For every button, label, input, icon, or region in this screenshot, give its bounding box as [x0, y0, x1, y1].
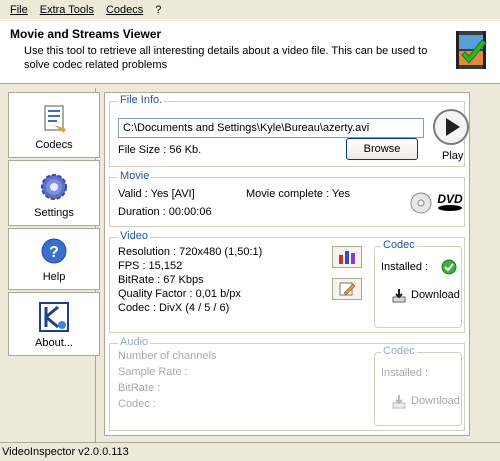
play-label: Play [442, 150, 464, 162]
version-text: VideoInspector v2.0.0.113 [2, 446, 129, 458]
audio-codec-box-title: Codec [381, 345, 417, 357]
bar-chart-button[interactable] [332, 246, 362, 268]
edit-button[interactable] [332, 278, 362, 300]
audio-group: Audio Number of channels Sample Rate : B… [109, 336, 465, 431]
sidebar-item-about[interactable]: About... [8, 292, 100, 356]
sidebar-item-about-label: About... [35, 337, 73, 349]
page-description: Use this tool to retrieve all interestin… [24, 45, 428, 71]
menu-codecs[interactable]: Codecs [100, 4, 149, 16]
bar-chart-icon [339, 251, 355, 264]
sidebar-item-codecs-label: Codecs [35, 139, 73, 151]
sidebar-item-settings-label: Settings [34, 207, 74, 219]
menu-file-label: File [10, 3, 28, 16]
menu-extra-tools[interactable]: Extra Tools [34, 4, 100, 16]
sidebar-item-codecs[interactable]: Codecs [8, 92, 100, 158]
kyle-logo-icon [39, 302, 69, 332]
movie-complete-text: Movie complete : Yes [246, 188, 350, 200]
movie-group: Movie Valid : Yes [AVI] Movie complete :… [109, 170, 465, 227]
menu-help-label: ? [155, 3, 162, 16]
audio-sample-rate-text: Sample Rate : [118, 366, 188, 378]
disc-icon [410, 192, 432, 214]
video-quality-text: Quality Factor : 0,01 b/px [118, 288, 241, 300]
video-resolution-text: Resolution : 720x480 (1,50:1) [118, 246, 263, 258]
dvd-logo-icon: DVD [437, 192, 463, 211]
download-disabled-icon [392, 395, 406, 409]
audio-download-label: Download [411, 395, 460, 407]
audio-codec-box: Codec Installed : Download [374, 345, 462, 426]
menu-extra-tools-label: Extra Tools [39, 3, 94, 16]
help-icon: ? [41, 238, 67, 264]
browse-button-label: Browse [363, 143, 401, 155]
video-codec-text: Codec : DivX (4 / 5 / 6) [118, 302, 230, 314]
menu-codecs-label: Codecs [105, 3, 144, 16]
menu-file[interactable]: File [4, 4, 34, 16]
page-title: Movie and Streams Viewer [10, 27, 162, 41]
svg-text:DVD: DVD [437, 192, 463, 206]
edit-icon [339, 282, 356, 296]
video-title: Video [118, 230, 150, 242]
film-check-icon [456, 31, 487, 69]
status-bar: VideoInspector v2.0.0.113 [0, 442, 500, 461]
svg-text:?: ? [49, 244, 59, 261]
download-icon [392, 289, 406, 303]
movie-title: Movie [118, 170, 152, 182]
video-codec-box-title: Codec [381, 239, 417, 251]
document-icon [44, 105, 66, 133]
video-download-button[interactable]: Download [391, 287, 460, 303]
gear-icon [41, 174, 67, 200]
play-icon[interactable] [432, 108, 470, 146]
video-bitrate-text: BitRate : 67 Kbps [118, 274, 204, 286]
sidebar-item-help[interactable]: ? Help [8, 228, 100, 290]
audio-title: Audio [118, 336, 151, 348]
file-path-input[interactable]: C:\Documents and Settings\Kyle\Bureau\az… [118, 118, 424, 138]
browse-button[interactable]: Browse [346, 138, 418, 160]
audio-download-button[interactable]: Download [391, 393, 460, 409]
video-fps-text: FPS : 15,152 [118, 260, 183, 272]
video-codec-installed-text: Installed : [381, 261, 429, 273]
video-download-label: Download [411, 289, 460, 301]
menu-help[interactable]: ? [149, 4, 167, 16]
audio-bitrate-text: BitRate : [118, 382, 161, 394]
audio-channels-text: Number of channels [118, 350, 217, 362]
file-size-text: File Size : 56 Kb. [118, 144, 202, 156]
file-info-title: File Info. [118, 94, 165, 106]
main-panel: File Info. C:\Documents and Settings\Kyl… [104, 92, 470, 436]
sidebar-item-settings[interactable]: Settings [8, 160, 100, 226]
movie-duration-text: Duration : 00:00:06 [118, 206, 212, 218]
movie-valid-text: Valid : Yes [AVI] [118, 188, 195, 200]
video-codec-box: Codec Installed : Download [374, 239, 462, 328]
sidebar-item-help-label: Help [42, 271, 66, 283]
audio-codec-installed-text: Installed : [381, 367, 429, 379]
menu-bar: File Extra Tools Codecs ? [0, 0, 500, 20]
audio-codec-text: Codec : [118, 398, 156, 410]
installed-check-icon [441, 259, 457, 275]
video-group: Video Resolution : 720x480 (1,50:1) FPS … [109, 230, 465, 333]
file-info-group: File Info. C:\Documents and Settings\Kyl… [109, 94, 469, 167]
header-panel: Movie and Streams Viewer Use this tool t… [0, 21, 500, 84]
sidebar: Codecs Settings ? Help About... [8, 88, 100, 442]
